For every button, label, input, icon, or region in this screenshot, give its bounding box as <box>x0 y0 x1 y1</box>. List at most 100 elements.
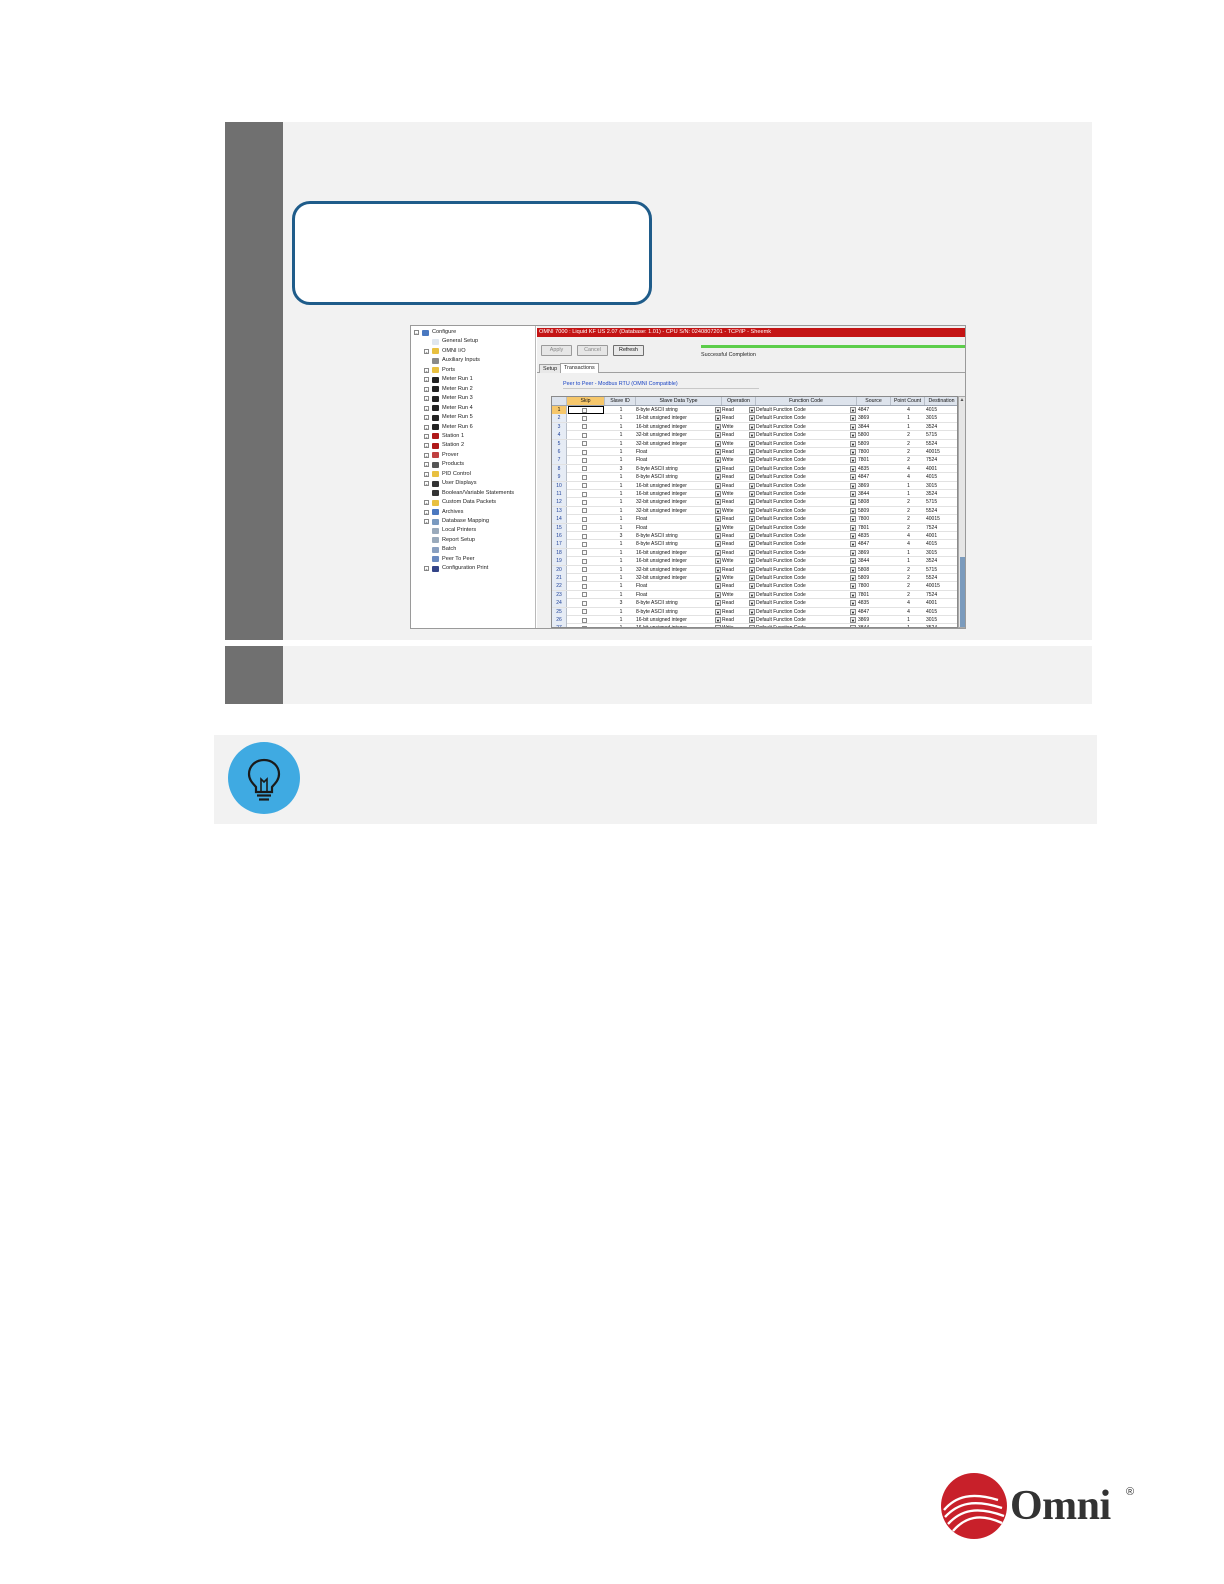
source-cell[interactable]: 5809 <box>857 440 891 448</box>
slave-data-type-cell[interactable]: 16-bit unsigned integer <box>636 482 714 490</box>
operation-cell[interactable]: Read <box>722 532 748 540</box>
dropdown-arrow-icon[interactable]: ▼ <box>715 608 721 615</box>
dropdown-arrow-icon[interactable]: ▼ <box>715 491 721 497</box>
slave-id-cell[interactable]: 1 <box>605 608 636 616</box>
slave-data-type-cell[interactable]: 8-byte ASCII string <box>636 465 714 473</box>
dropdown-arrow-icon[interactable]: ▼ <box>715 482 721 489</box>
function-code-cell[interactable]: Default Function Code <box>756 574 849 582</box>
point-count-cell[interactable]: 2 <box>891 448 925 456</box>
dropdown-arrow-icon[interactable]: ▼ <box>749 474 755 481</box>
dropdown-arrow-icon[interactable]: ▼ <box>715 541 721 548</box>
row-number[interactable]: 7 <box>552 456 567 465</box>
slave-data-type-cell[interactable]: 8-byte ASCII string <box>636 599 714 607</box>
skip-checkbox[interactable] <box>582 432 587 438</box>
expand-icon[interactable]: + <box>424 500 429 506</box>
expand-icon[interactable]: + <box>424 481 429 487</box>
dropdown-arrow-icon[interactable]: ▼ <box>749 516 755 523</box>
column-header[interactable]: Source <box>857 397 891 405</box>
source-cell[interactable]: 4835 <box>857 532 891 540</box>
dropdown-arrow-icon[interactable]: ▼ <box>715 440 721 447</box>
point-count-cell[interactable]: 1 <box>891 624 925 627</box>
skip-checkbox[interactable] <box>582 457 587 463</box>
tree-item[interactable]: + Archives <box>424 508 463 517</box>
slave-data-type-cell[interactable]: 8-byte ASCII string <box>636 608 714 616</box>
dropdown-arrow-icon[interactable]: ▼ <box>715 625 721 627</box>
point-count-cell[interactable]: 2 <box>891 456 925 464</box>
expand-icon[interactable]: + <box>424 509 429 516</box>
skip-checkbox[interactable] <box>582 625 587 627</box>
source-cell[interactable]: 3869 <box>857 549 891 557</box>
operation-cell[interactable]: Write <box>722 456 748 464</box>
tree-item[interactable]: + Meter Run 1 <box>424 375 473 384</box>
function-code-cell[interactable]: Default Function Code <box>756 498 849 506</box>
operation-cell[interactable]: Write <box>722 490 748 498</box>
table-row[interactable]: 10 1 16-bit unsigned integer ▼ Read ▼ Default … <box>552 481 957 490</box>
source-cell[interactable]: 3844 <box>857 423 891 431</box>
skip-checkbox[interactable] <box>582 424 587 430</box>
point-count-cell[interactable]: 2 <box>891 591 925 599</box>
dropdown-arrow-icon[interactable]: ▼ <box>749 533 755 539</box>
expand-icon[interactable]: + <box>424 424 429 431</box>
slave-data-type-cell[interactable]: 16-bit unsigned integer <box>636 490 714 498</box>
tab-transactions[interactable]: Transactions <box>560 363 599 373</box>
dropdown-arrow-icon[interactable]: ▼ <box>850 415 856 422</box>
function-code-cell[interactable]: Default Function Code <box>756 608 849 616</box>
function-code-cell[interactable]: Default Function Code <box>756 591 849 599</box>
column-header[interactable]: Operation <box>722 397 756 405</box>
dropdown-arrow-icon[interactable]: ▼ <box>715 407 721 413</box>
slave-data-type-cell[interactable]: Float <box>636 524 714 532</box>
expand-icon[interactable]: + <box>424 377 429 383</box>
dropdown-arrow-icon[interactable]: ▼ <box>715 449 721 455</box>
column-header[interactable]: Function Code <box>756 397 857 405</box>
operation-cell[interactable]: Write <box>722 557 748 565</box>
slave-data-type-cell[interactable]: 16-bit unsigned integer <box>636 423 714 431</box>
slave-id-cell[interactable]: 1 <box>605 616 636 624</box>
skip-checkbox[interactable] <box>582 491 587 497</box>
skip-checkbox[interactable] <box>582 609 587 615</box>
tree-item[interactable]: Peer To Peer <box>424 555 475 564</box>
skip-checkbox[interactable] <box>582 499 587 505</box>
dropdown-arrow-icon[interactable]: ▼ <box>715 499 721 506</box>
dropdown-arrow-icon[interactable]: ▼ <box>850 449 856 455</box>
function-code-cell[interactable]: Default Function Code <box>756 448 849 456</box>
point-count-cell[interactable]: 4 <box>891 532 925 540</box>
row-number[interactable]: 1 <box>552 406 567 414</box>
dropdown-arrow-icon[interactable]: ▼ <box>850 474 856 481</box>
dropdown-arrow-icon[interactable]: ▼ <box>715 549 721 556</box>
dropdown-arrow-icon[interactable]: ▼ <box>715 533 721 539</box>
source-cell[interactable]: 4835 <box>857 599 891 607</box>
table-row[interactable]: 1 1 8-byte ASCII string ▼ Read ▼ Default Funct… <box>552 406 957 415</box>
scroll-thumb[interactable] <box>960 557 965 627</box>
destination-cell[interactable]: 3015 <box>925 414 957 422</box>
function-code-cell[interactable]: Default Function Code <box>756 423 849 431</box>
dropdown-arrow-icon[interactable]: ▼ <box>715 566 721 573</box>
point-count-cell[interactable]: 1 <box>891 414 925 422</box>
slave-id-cell[interactable]: 1 <box>605 498 636 506</box>
dropdown-arrow-icon[interactable]: ▼ <box>850 465 856 472</box>
expand-icon[interactable]: + <box>424 396 429 402</box>
row-number[interactable]: 13 <box>552 506 567 515</box>
dropdown-arrow-icon[interactable]: ▼ <box>715 583 721 590</box>
source-cell[interactable]: 7800 <box>857 448 891 456</box>
source-cell[interactable]: 3869 <box>857 616 891 624</box>
destination-cell[interactable]: 3015 <box>925 616 957 624</box>
tree-item[interactable]: Boolean/Variable Statements <box>424 489 514 498</box>
destination-cell[interactable]: 40015 <box>925 582 957 590</box>
table-row[interactable]: 8 3 8-byte ASCII string ▼ Read ▼ Default Funct… <box>552 464 957 474</box>
point-count-cell[interactable]: 1 <box>891 557 925 565</box>
function-code-cell[interactable]: Default Function Code <box>756 465 849 473</box>
dropdown-arrow-icon[interactable]: ▼ <box>749 407 755 413</box>
point-count-cell[interactable]: 1 <box>891 423 925 431</box>
skip-checkbox[interactable] <box>582 592 587 598</box>
slave-id-cell[interactable]: 1 <box>605 507 636 515</box>
point-count-cell[interactable]: 4 <box>891 465 925 473</box>
operation-cell[interactable]: Read <box>722 566 748 574</box>
slave-data-type-cell[interactable]: 8-byte ASCII string <box>636 540 714 548</box>
table-row[interactable]: 11 1 16-bit unsigned integer ▼ Write ▼ Default… <box>552 490 957 499</box>
table-row[interactable]: 19 1 16-bit unsigned integer ▼ Write ▼ Default… <box>552 557 957 566</box>
point-count-cell[interactable]: 4 <box>891 608 925 616</box>
table-row[interactable]: 26 1 16-bit unsigned integer ▼ Read ▼ Default … <box>552 616 957 625</box>
slave-data-type-cell[interactable]: 32-bit unsigned integer <box>636 566 714 574</box>
dropdown-arrow-icon[interactable]: ▼ <box>850 566 856 573</box>
tree-item[interactable]: + Meter Run 5 <box>424 413 473 422</box>
